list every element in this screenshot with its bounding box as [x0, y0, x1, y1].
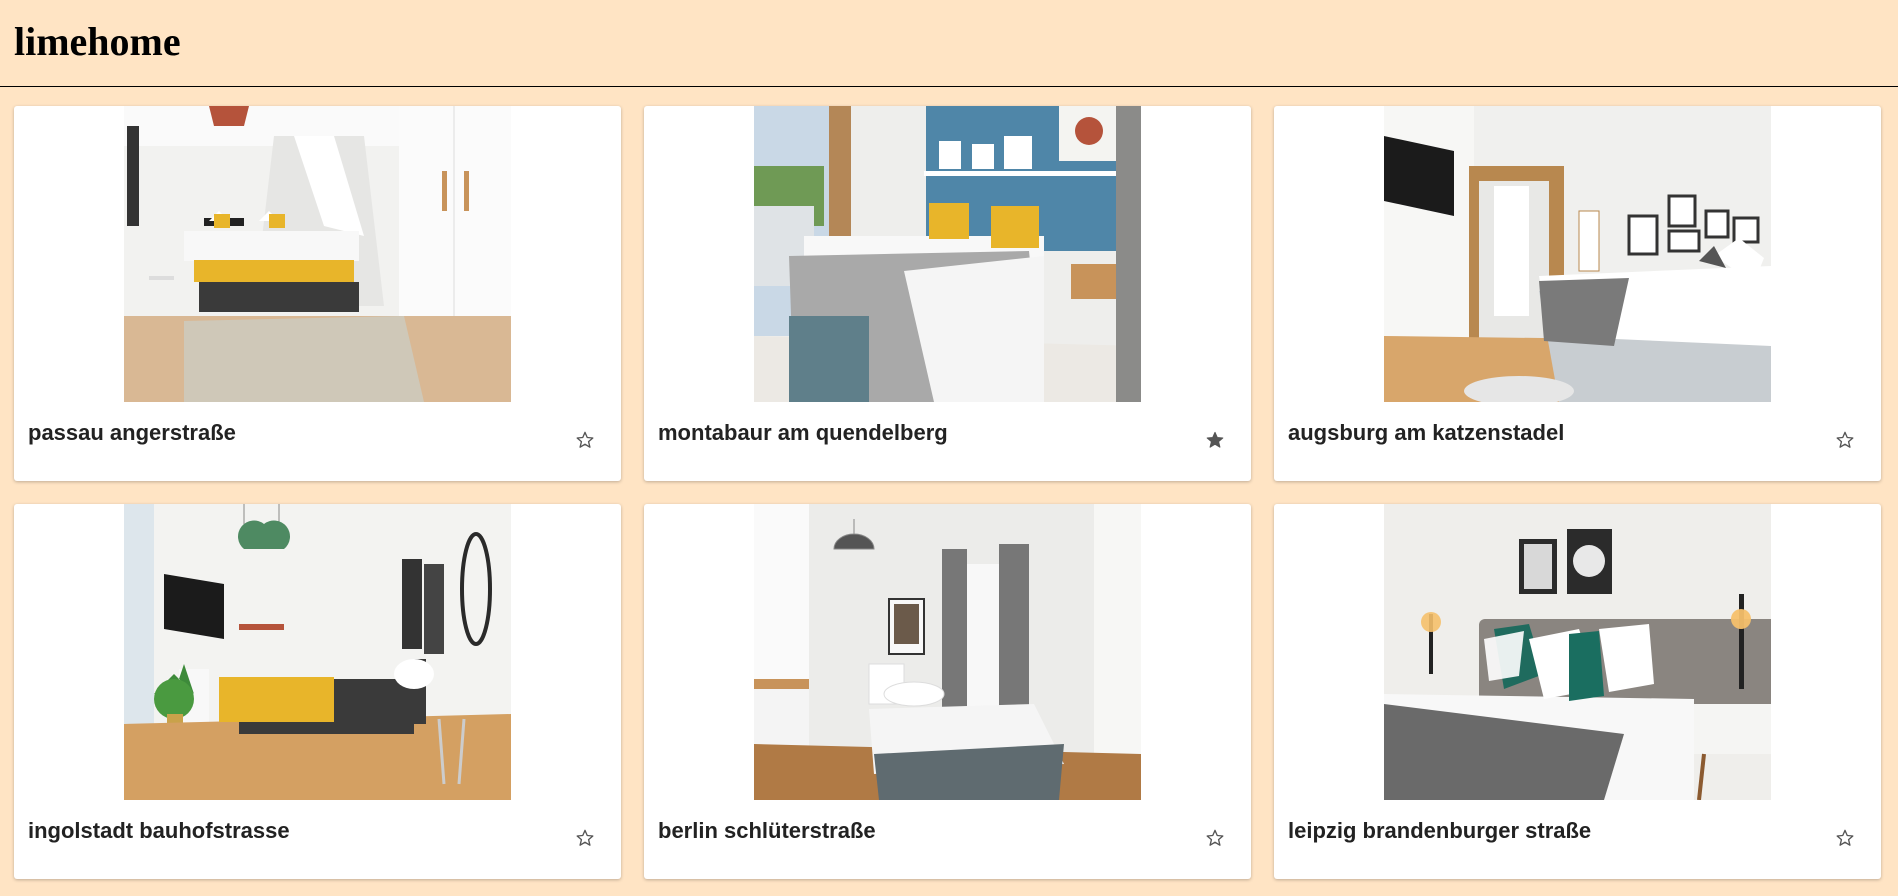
favorite-button[interactable] [571, 426, 599, 454]
star-outline-icon [576, 829, 594, 846]
listing-photo[interactable] [1384, 106, 1771, 402]
listing-title[interactable]: montabaur am quendelberg [658, 420, 948, 446]
listing-photo[interactable] [754, 504, 1141, 800]
listing-grid: passau angerstraße montabaur am quendelb… [14, 106, 1881, 879]
favorite-button[interactable] [1831, 426, 1859, 454]
brand-title: limehome [14, 18, 181, 64]
favorite-button[interactable] [1201, 426, 1229, 454]
listing-photo[interactable] [124, 106, 511, 402]
listing-card[interactable]: passau angerstraße [14, 106, 621, 481]
listing-photo[interactable] [754, 106, 1141, 402]
listing-title[interactable]: ingolstadt bauhofstrasse [28, 818, 290, 844]
star-outline-icon [576, 431, 594, 448]
favorite-button[interactable] [1201, 824, 1229, 852]
listing-card[interactable]: leipzig brandenburger straße [1274, 504, 1881, 879]
star-filled-icon [1206, 431, 1224, 448]
favorite-button[interactable] [1831, 824, 1859, 852]
listing-title[interactable]: passau angerstraße [28, 420, 236, 446]
listing-title[interactable]: berlin schlüterstraße [658, 818, 876, 844]
favorite-button[interactable] [571, 824, 599, 852]
star-outline-icon [1206, 829, 1224, 846]
listing-photo[interactable] [124, 504, 511, 800]
app-header: limehome [0, 0, 1898, 87]
listing-card[interactable]: berlin schlüterstraße [644, 504, 1251, 879]
star-outline-icon [1836, 829, 1854, 846]
listing-photo[interactable] [1384, 504, 1771, 800]
listing-title[interactable]: augsburg am katzenstadel [1288, 420, 1564, 446]
listing-card[interactable]: ingolstadt bauhofstrasse [14, 504, 621, 879]
listing-card[interactable]: augsburg am katzenstadel [1274, 106, 1881, 481]
star-outline-icon [1836, 431, 1854, 448]
listing-card[interactable]: montabaur am quendelberg [644, 106, 1251, 481]
listing-title[interactable]: leipzig brandenburger straße [1288, 818, 1591, 844]
